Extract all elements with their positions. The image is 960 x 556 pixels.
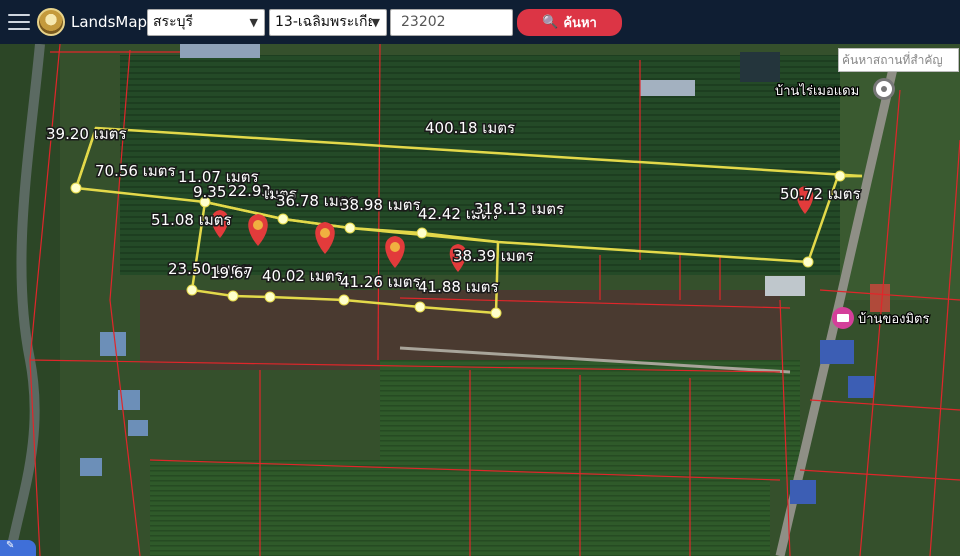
chevron-down-icon: ▼ [371, 15, 380, 29]
measurement-label: 19.67 [210, 264, 253, 282]
landsmaps-logo [37, 8, 65, 36]
building [100, 332, 126, 356]
place-marker-icon[interactable] [873, 78, 895, 100]
building [790, 480, 816, 504]
menu-icon[interactable] [8, 14, 30, 30]
measurement-label: 38.39 เมตร [453, 247, 534, 265]
satellite-map[interactable]: บ้านไร่เมอแดม บ้านของมิตร 39.20 เมตร 400… [0, 44, 960, 556]
building [80, 458, 102, 476]
search-button-label: ค้นหา [563, 15, 597, 31]
building [640, 80, 695, 96]
building [128, 420, 148, 436]
building [820, 340, 854, 364]
search-button[interactable]: 🔍 ค้นหา [517, 8, 622, 36]
parcel-number-input[interactable]: 23202 [390, 8, 513, 36]
building [848, 376, 874, 398]
measurement-label: 400.18 เมตร [425, 119, 515, 137]
building [870, 284, 890, 312]
place-search-input[interactable]: ค้นหาสถานที่สำคัญ [838, 48, 959, 72]
brand-title: LandsMaps [71, 13, 155, 31]
measurement-label: 40.02 เมตร [262, 267, 343, 285]
measurement-label: 38.98 เมตร [340, 196, 421, 214]
measurement-label: 50.72 เมตร [780, 185, 861, 203]
building [180, 44, 260, 58]
province-select[interactable]: สระบุรี ▼ [147, 8, 265, 36]
province-value: สระบุรี [153, 14, 193, 30]
map-canvas[interactable]: บ้านไร่เมอแดม บ้านของมิตร 39.20 เมตร 400… [0, 44, 960, 556]
district-value: 13-เฉลิมพระเกียรติ [275, 14, 372, 30]
bare-soil-field [140, 290, 780, 370]
place-label: บ้านของมิตร [858, 312, 929, 327]
top-toolbar: LandsMaps สระบุรี ▼ 13-เฉลิมพระเกียรติ ▼… [0, 0, 960, 44]
search-icon: 🔍 [542, 14, 559, 30]
measure-tool-button[interactable]: ✎ [0, 540, 36, 556]
bottom-field [150, 460, 770, 556]
building [765, 276, 805, 296]
measurement-label: 51.08 เมตร [151, 211, 232, 229]
ruler-icon: ✎ [6, 540, 15, 551]
measurement-label: 41.26 เมตร [340, 273, 421, 291]
hotel-marker-icon[interactable] [832, 307, 854, 329]
place-label: บ้านไร่เมอแดม [775, 83, 859, 99]
measurement-label: 70.56 เมตร [95, 162, 176, 180]
chevron-down-icon: ▼ [249, 15, 258, 29]
pond [740, 52, 780, 82]
district-select[interactable]: 13-เฉลิมพระเกียรติ ▼ [269, 8, 387, 36]
measurement-label: 9.35 [193, 183, 226, 201]
measurement-label: 39.20 เมตร [46, 125, 127, 143]
measurement-label: 318.13 เมตร [474, 200, 564, 218]
measurement-label: 41.88 เมตร [418, 278, 499, 296]
